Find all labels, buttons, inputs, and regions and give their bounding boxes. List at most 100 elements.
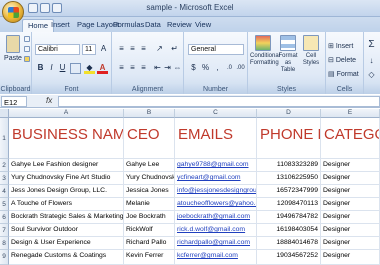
column-header-c[interactable]: C: [175, 109, 257, 118]
cell-email[interactable]: joebockrath@gmail.com: [175, 211, 257, 224]
insert-cells-button[interactable]: ⊞ Insert: [328, 42, 353, 50]
header-phone-no[interactable]: PHONE NO.: [257, 118, 321, 159]
align-right-icon[interactable]: ≡: [138, 63, 149, 74]
cell-phone[interactable]: 13106225950: [257, 172, 321, 185]
cell-business-name[interactable]: Yury Chudnovsky Fine Art Studio: [9, 172, 124, 185]
comma-icon[interactable]: ,: [212, 63, 223, 74]
cut-icon[interactable]: [24, 36, 30, 42]
cell-business-name[interactable]: Design & User Experience: [9, 237, 124, 250]
cell-business-name[interactable]: Bockrath Strategic Sales & Marketing: [9, 211, 124, 224]
wrap-text-icon[interactable]: ↵: [169, 44, 180, 55]
header-ceo[interactable]: CEO: [124, 118, 175, 159]
formula-input[interactable]: [58, 96, 380, 107]
cell-ceo[interactable]: Kevin Ferrer: [124, 250, 175, 265]
cell-email[interactable]: richardpallo@gmail.com: [175, 237, 257, 250]
cell-ceo[interactable]: RickWolf: [124, 224, 175, 237]
font-size-select[interactable]: 11: [82, 44, 96, 55]
cell-ceo[interactable]: Richard Pallo: [124, 237, 175, 250]
autosum-icon[interactable]: Σ: [366, 40, 377, 51]
orientation-icon[interactable]: ↗: [154, 44, 165, 55]
italic-icon[interactable]: I: [46, 63, 57, 74]
grow-font-icon[interactable]: A: [98, 44, 109, 55]
cell-category[interactable]: Designer: [321, 250, 380, 265]
cell-business-name[interactable]: Renegade Customs & Coatings: [9, 250, 124, 265]
format-painter-icon[interactable]: [24, 56, 30, 62]
cell-category[interactable]: Designer: [321, 224, 380, 237]
delete-cells-button[interactable]: ⊟ Delete: [328, 56, 356, 64]
cell-email[interactable]: gahye9788@gmail.com: [175, 159, 257, 172]
row-header[interactable]: 7: [0, 224, 9, 237]
cell-phone[interactable]: 19034567252: [257, 250, 321, 265]
name-box[interactable]: E12: [1, 96, 27, 107]
row-header[interactable]: 9: [0, 250, 9, 265]
row-header[interactable]: 2: [0, 159, 9, 172]
cell-phone[interactable]: 18884014678: [257, 237, 321, 250]
cell-ceo[interactable]: Yury Chudnovsky: [124, 172, 175, 185]
align-left-icon[interactable]: ≡: [116, 63, 127, 74]
select-all-corner[interactable]: [0, 109, 9, 118]
cell-ceo[interactable]: Jessica Jones: [124, 185, 175, 198]
bold-icon[interactable]: B: [35, 63, 46, 74]
cell-email[interactable]: atoucheofflowers@yahoo.com: [175, 198, 257, 211]
align-top-icon[interactable]: ≡: [116, 44, 127, 55]
header-emails[interactable]: EMAILS: [175, 118, 257, 159]
cell-ceo[interactable]: Gahye Lee: [124, 159, 175, 172]
cell-email[interactable]: ycfineart@gmail.com: [175, 172, 257, 185]
cell-phone[interactable]: 19496784782: [257, 211, 321, 224]
cell-phone[interactable]: 11083323289: [257, 159, 321, 172]
row-header[interactable]: 6: [0, 211, 9, 224]
align-middle-icon[interactable]: ≡: [127, 44, 138, 55]
merge-center-icon[interactable]: ⇔: [172, 63, 183, 74]
row-header[interactable]: 8: [0, 237, 9, 250]
column-header-d[interactable]: D: [257, 109, 321, 118]
cell-email[interactable]: rick.d.wolf@gmail.com: [175, 224, 257, 237]
cell-category[interactable]: Designer: [321, 211, 380, 224]
format-cells-button[interactable]: ▤ Format: [328, 70, 359, 78]
cell-phone[interactable]: 16572347999: [257, 185, 321, 198]
paste-button[interactable]: Paste: [3, 35, 23, 62]
conditional-formatting-button[interactable]: Conditional Formatting: [250, 35, 280, 67]
column-header-b[interactable]: B: [124, 109, 175, 118]
cell-business-name[interactable]: A Touche of Flowers: [9, 198, 124, 211]
number-format-select[interactable]: General: [188, 44, 244, 55]
tab-view[interactable]: View: [190, 19, 216, 32]
percent-icon[interactable]: %: [200, 63, 211, 74]
cell-phone[interactable]: 16198403054: [257, 224, 321, 237]
header-category[interactable]: CATEGORY: [321, 118, 380, 159]
font-color-icon[interactable]: A: [97, 63, 108, 74]
cell-phone[interactable]: 12098470113: [257, 198, 321, 211]
clear-icon[interactable]: ◇: [366, 70, 377, 81]
borders-icon[interactable]: [70, 63, 81, 74]
row-header[interactable]: 4: [0, 185, 9, 198]
cell-category[interactable]: Designer: [321, 185, 380, 198]
cell-category[interactable]: Designer: [321, 159, 380, 172]
row-header[interactable]: 3: [0, 172, 9, 185]
currency-icon[interactable]: $: [188, 63, 199, 74]
format-as-table-button[interactable]: Format as Table: [277, 35, 299, 74]
tab-insert[interactable]: Insert: [46, 19, 75, 32]
align-center-icon[interactable]: ≡: [127, 63, 138, 74]
cell-business-name[interactable]: Jess Jones Design Group, LLC.: [9, 185, 124, 198]
row-header[interactable]: 1: [0, 118, 9, 159]
cell-email[interactable]: info@jessjonesdesigngroup.co: [175, 185, 257, 198]
fill-down-icon[interactable]: ↓: [366, 56, 377, 67]
cell-styles-button[interactable]: Cell Styles: [300, 35, 322, 67]
font-name-select[interactable]: Calibri: [35, 44, 80, 55]
cell-ceo[interactable]: Joe Bockrath: [124, 211, 175, 224]
cell-category[interactable]: Designer: [321, 172, 380, 185]
fill-color-icon[interactable]: ◆: [84, 63, 95, 74]
cell-category[interactable]: Designer: [321, 237, 380, 250]
increase-decimal-icon[interactable]: .0: [224, 63, 235, 74]
function-icon[interactable]: fx: [46, 96, 52, 105]
office-button[interactable]: [2, 1, 24, 23]
cell-email[interactable]: kcferrer@gmail.com: [175, 250, 257, 265]
copy-icon[interactable]: [24, 46, 30, 52]
column-header-e[interactable]: E: [321, 109, 380, 118]
cell-category[interactable]: Designer: [321, 198, 380, 211]
cell-ceo[interactable]: Melanie: [124, 198, 175, 211]
header-business-name[interactable]: BUSINESS NAME: [9, 118, 124, 159]
align-bottom-icon[interactable]: ≡: [138, 44, 149, 55]
cell-business-name[interactable]: Gahye Lee Fashion designer: [9, 159, 124, 172]
column-header-a[interactable]: A: [9, 109, 124, 118]
decrease-decimal-icon[interactable]: .00: [235, 63, 246, 74]
